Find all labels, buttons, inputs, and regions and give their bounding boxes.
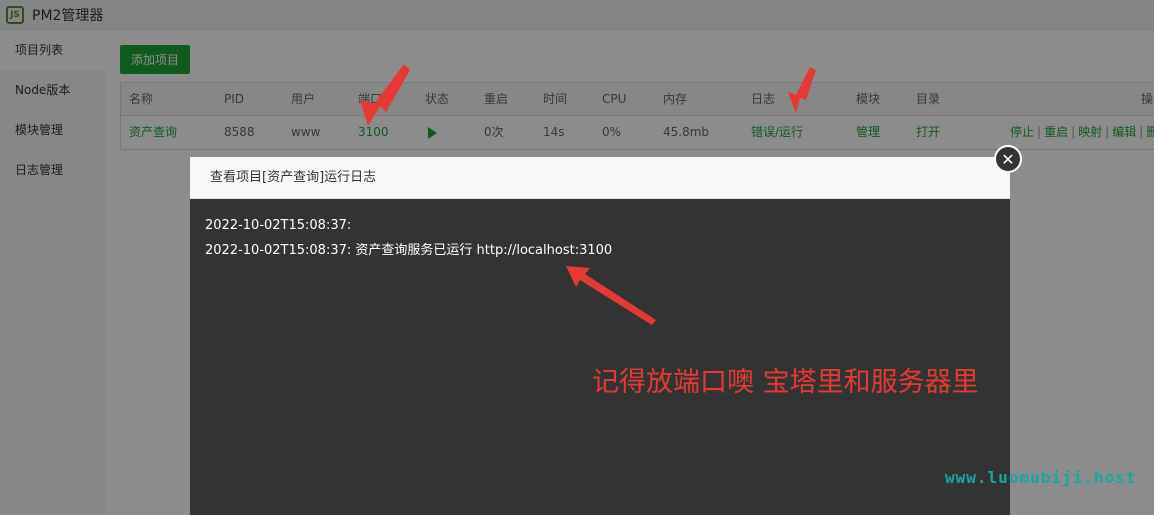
annotation-arrows xyxy=(360,64,816,325)
arrow-to-log xyxy=(788,67,816,114)
arrow-to-port xyxy=(360,64,410,126)
annotation-note: 记得放端口噢 宝塔里和服务器里 xyxy=(592,367,979,398)
arrow-to-localhost xyxy=(566,266,656,325)
watermark: www.luomubiji.host xyxy=(945,468,1137,487)
